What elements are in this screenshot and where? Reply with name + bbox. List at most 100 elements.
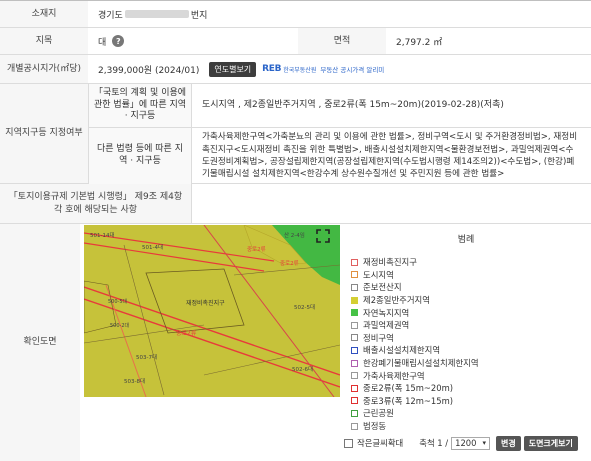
legend-label: 근린공원: [363, 408, 394, 419]
legend-item: 중로2류(폭 15m~20m): [351, 382, 479, 395]
legend-swatch: [351, 334, 358, 342]
legend-label: 배출시설설치제한지역: [363, 345, 441, 356]
legend-item: 과밀억제권역: [351, 319, 479, 332]
map-label: 중로2류: [280, 260, 299, 267]
zoning-row: 지역지구등 지정여부 「국토의 계획 및 이용에 관한 법률」에 따른 지역 ·…: [0, 84, 591, 184]
legend-item: 재정비촉진지구: [351, 256, 479, 269]
price-row: 개별공시지가(㎡당) 2,399,000원 (2024/01) 연도별보기 RE…: [0, 55, 591, 84]
land-use-map[interactable]: 501-14대 501-4대 재정비촉진지구 중로2류 502-5대 502-6…: [84, 225, 340, 397]
legend-item: 법정동: [351, 420, 479, 433]
scale-label: 축척 1 /: [419, 438, 449, 448]
reb-link[interactable]: REB 한국부동산원 부동산 공시가격 알리미: [262, 64, 384, 74]
legend-item: 자연녹지지역: [351, 306, 479, 319]
land-category-text: 대: [98, 37, 107, 48]
legend-item: 근린공원: [351, 407, 479, 420]
reb-logo: REB: [262, 64, 282, 74]
location-prefix: 경기도: [98, 10, 123, 21]
map-label: 중로2류: [176, 330, 197, 337]
chevron-down-icon: ▾: [482, 439, 486, 447]
reb-name: 한국부동산원: [283, 66, 317, 74]
legend-swatch: [351, 397, 358, 405]
map-section-label: 확인도면: [0, 224, 80, 461]
zoning-other-label: 다른 법령 등에 따른 지역 · 지구등: [88, 128, 192, 184]
legend-label: 과밀억제권역: [363, 320, 410, 331]
legend-swatch: [351, 271, 358, 279]
legend-title: 범례: [457, 235, 475, 245]
legend-swatch: [351, 321, 358, 329]
official-price-value: 2,399,000원 (2024/01) 연도별보기 REB 한국부동산원 부동…: [88, 55, 591, 83]
legend-swatch: [351, 422, 358, 430]
scale-select[interactable]: 1200 ▾: [451, 436, 490, 450]
zoning-law-value: 도시지역 , 제2종일반주거지역 , 중로2류(폭 15m~20m)(2019-…: [192, 84, 591, 128]
map-label: 중로2류: [247, 246, 266, 253]
legend-list: 재정비촉진지구 도시지역 준보전산지 제2종일반주거지역 자연녹지지역 과밀억제…: [351, 256, 479, 432]
yearly-view-button[interactable]: 연도별보기: [209, 61, 257, 77]
enforcement-value: [192, 184, 591, 223]
legend-label: 중로2류(폭 15m~20m): [363, 383, 453, 394]
legend-label: 법정동: [363, 421, 387, 432]
zoning-label: 지역지구등 지정여부: [0, 84, 88, 183]
legend-item: 제2종일반주거지역: [351, 294, 479, 307]
land-category-label: 지목: [0, 28, 88, 54]
question-circle-icon[interactable]: ?: [112, 35, 125, 47]
official-price-text: 2,399,000원 (2024/01): [98, 65, 200, 76]
location-label: 소재지: [0, 1, 88, 27]
legend-label: 정비구역: [363, 332, 394, 343]
scale-value: 1200: [455, 438, 477, 448]
legend-item: 정비구역: [351, 332, 479, 345]
legend-item: 준보전산지: [351, 281, 479, 294]
masked-address: [124, 10, 189, 18]
legend-swatch: [351, 384, 358, 392]
change-scale-button[interactable]: 변경: [495, 435, 521, 451]
legend-label: 재정비촉진지구: [363, 257, 417, 268]
map-label: 501-4대: [142, 243, 163, 251]
category-row: 지목 대 ? 면적 2,797.2 ㎡: [0, 28, 591, 55]
legend-item: 한강폐기물매립시설설치제한지역: [351, 357, 479, 370]
enlarge-map-button[interactable]: 도면크게보기: [523, 435, 578, 451]
small-text-checkbox[interactable]: [344, 438, 353, 448]
legend-swatch: [351, 283, 358, 291]
legend-label: 제2종일반주거지역: [363, 295, 430, 306]
legend-swatch: [351, 346, 358, 354]
location-suffix: 번지: [190, 10, 208, 21]
legend-item: 배출시설설치제한지역: [351, 344, 479, 357]
map-label: 502-5대: [294, 303, 315, 311]
map-label: 502-6대: [292, 365, 313, 373]
reb-link-text: 부동산 공시가격 알리미: [320, 66, 385, 74]
map-label: 503-7대: [136, 353, 157, 361]
map-label: 500-2대: [110, 322, 130, 329]
zoning-law-label: 「국토의 계획 및 이용에 관한 법률」에 따른 지역 · 지구등: [88, 84, 192, 128]
map-label: 503-8대: [124, 377, 145, 385]
legend-swatch: [351, 359, 358, 367]
land-info-table: 소재지 경기도 번지 지목 대 ? 면적 2,797.2 ㎡ 개별공시지가(㎡당…: [0, 0, 591, 461]
legend-label: 가축사육제한구역: [363, 370, 425, 381]
area-label: 면적: [298, 28, 386, 54]
enforcement-label: 「토지이용규제 기본법 시행령」 제9조 제4항 각 호에 해당되는 사항: [0, 184, 192, 223]
map-canvas: 501-14대 501-4대 재정비촉진지구 중로2류 502-5대 502-6…: [84, 225, 340, 397]
official-price-label: 개별공시지가(㎡당): [0, 55, 88, 83]
map-label: 501-14대: [90, 231, 115, 239]
legend-swatch: [351, 258, 358, 266]
location-row: 소재지 경기도 번지: [0, 1, 591, 28]
legend-swatch: [351, 372, 358, 380]
expand-icon[interactable]: [316, 229, 330, 243]
zoning-other-value: 가축사육제한구역<가축분뇨의 관리 및 이용에 관한 법률>, 정비구역<도시 …: [202, 132, 578, 180]
map-label: 500-5대: [108, 298, 128, 305]
legend-swatch: [351, 296, 358, 304]
legend-item: 중로3류(폭 12m~15m): [351, 395, 479, 408]
legend-label: 도시지역: [363, 269, 394, 280]
map-label: 재정비촉진지구: [186, 299, 225, 307]
legend-label: 중로3류(폭 12m~15m): [363, 395, 453, 406]
legend-swatch: [351, 409, 358, 417]
enforcement-row: 「토지이용규제 기본법 시행령」 제9조 제4항 각 호에 해당되는 사항: [0, 184, 591, 224]
map-label: 산 2-4임: [284, 231, 305, 239]
location-value: 경기도 번지: [88, 1, 591, 27]
map-controls: 작은글씨확대 축척 1 / 1200 ▾ 변경 도면크게보기: [344, 435, 590, 451]
area-value: 2,797.2 ㎡: [396, 37, 443, 48]
legend-item: 도시지역: [351, 269, 479, 282]
legend-label: 자연녹지지역: [363, 307, 410, 318]
small-text-label: 작은글씨확대: [357, 438, 404, 448]
land-category-value: 대 ?: [88, 28, 298, 54]
legend-swatch: [351, 309, 358, 317]
legend-label: 한강폐기물매립시설설치제한지역: [363, 358, 479, 369]
